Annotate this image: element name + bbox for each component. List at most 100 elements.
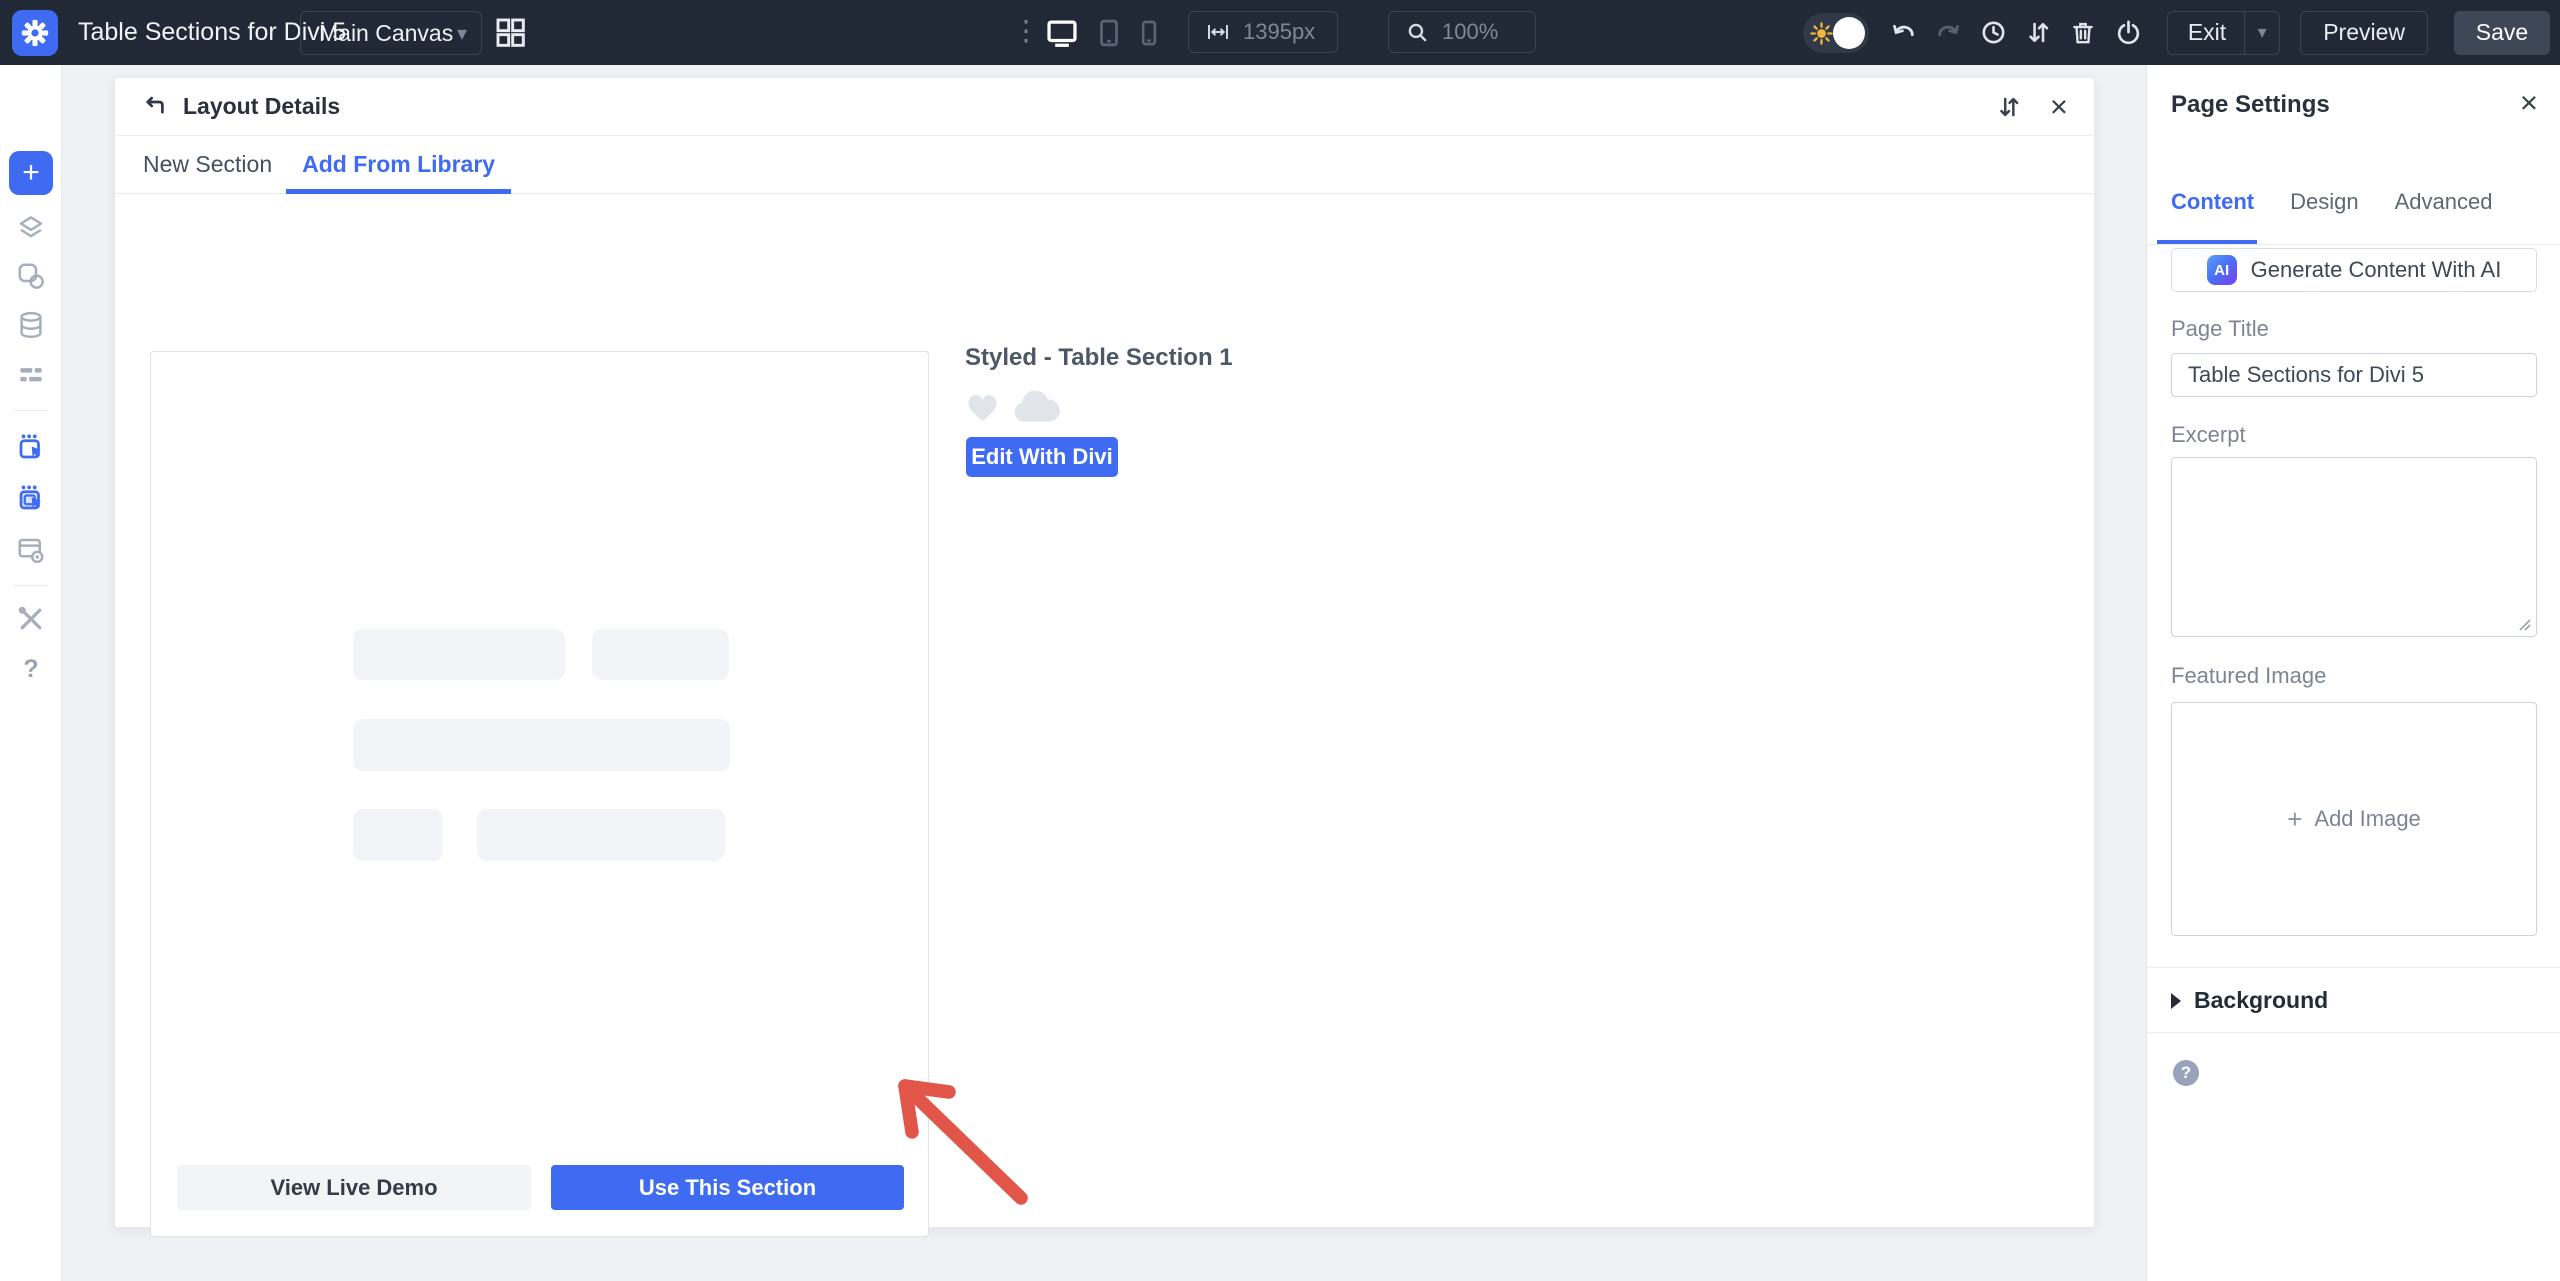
heart-icon[interactable] <box>966 393 999 423</box>
zoom-magnifier-icon <box>1405 20 1430 45</box>
redo-button[interactable] <box>1926 0 1971 65</box>
skeleton-block <box>353 809 443 861</box>
tools-button[interactable] <box>16 604 46 634</box>
sun-icon <box>1810 22 1833 45</box>
skeleton-block <box>353 719 730 771</box>
cloud-icon[interactable] <box>1013 390 1060 423</box>
sort-arrows-icon <box>2025 19 2052 46</box>
top-bar-actions: Exit ▾ Preview Save <box>1803 0 2550 65</box>
layout-name: Styled - Table Section 1 <box>965 344 1233 372</box>
phone-icon <box>1138 19 1160 47</box>
portability-button[interactable] <box>2106 0 2151 65</box>
add-section-button[interactable]: + <box>9 151 53 195</box>
generate-ai-button[interactable]: AI Generate Content With AI <box>2171 248 2537 292</box>
design-presets-button[interactable] <box>16 261 46 291</box>
trash-button[interactable] <box>2061 0 2106 65</box>
toggle-knob <box>1833 17 1865 49</box>
shapes-icon <box>16 261 46 291</box>
save-button[interactable]: Save <box>2454 11 2550 55</box>
device-desktop-button[interactable] <box>1045 0 1079 65</box>
modal-body: View Live Demo Use This Section Styled -… <box>115 194 2094 1227</box>
background-group-toggle[interactable]: Background <box>2171 987 2328 1014</box>
tab-design[interactable]: Design <box>2290 189 2358 215</box>
tab-add-from-library[interactable]: Add From Library <box>296 136 501 193</box>
tab-new-section[interactable]: New Section <box>137 136 278 193</box>
gear-icon <box>21 19 49 47</box>
left-sidebar: + <box>0 65 62 1281</box>
layers-icon <box>16 213 46 243</box>
modal-sort-button[interactable] <box>1996 94 2022 120</box>
history-button[interactable] <box>1971 0 2016 65</box>
top-bar: Table Sections for Divi 5 Main Canvas ▾ … <box>0 0 2560 65</box>
skeleton-block <box>592 629 729 680</box>
window-eye-icon <box>16 535 46 565</box>
modal-close-icon[interactable]: × <box>2050 95 2068 119</box>
skeleton-block <box>353 629 565 680</box>
kebab-menu-icon[interactable]: ⋮ <box>1012 0 1040 65</box>
sort-layers-button[interactable] <box>2016 0 2061 65</box>
panel-divider <box>2147 244 2560 245</box>
ai-badge-icon: AI <box>2207 255 2237 285</box>
page-preview-button[interactable] <box>16 535 46 565</box>
undo-button[interactable] <box>1881 0 1926 65</box>
divi-logo-button[interactable] <box>12 10 58 56</box>
layout-details-modal: Layout Details × New Section Add From Li… <box>114 77 2095 1228</box>
insert-row-button[interactable] <box>16 483 46 513</box>
tools-icon <box>16 604 46 634</box>
zoom-value: 100% <box>1442 19 1498 45</box>
page-settings-panel: Page Settings × Content Design Advanced … <box>2146 65 2560 1281</box>
layers-button[interactable] <box>16 213 46 243</box>
database-icon <box>16 310 46 340</box>
device-phone-button[interactable] <box>1138 0 1160 65</box>
database-button[interactable] <box>16 310 46 340</box>
insert-module-icon <box>16 432 46 462</box>
width-arrows-icon <box>1205 20 1231 44</box>
generate-ai-label: Generate Content With AI <box>2251 257 2502 283</box>
sidebar-help-button[interactable]: ? <box>16 654 46 684</box>
panel-divider <box>2147 967 2560 968</box>
featured-image-label: Featured Image <box>2171 663 2326 689</box>
panel-title: Page Settings <box>2171 91 2330 119</box>
insert-module-button[interactable] <box>16 432 46 462</box>
device-tablet-button[interactable] <box>1096 0 1122 65</box>
theme-toggle[interactable] <box>1803 13 1869 53</box>
background-group-label: Background <box>2194 987 2328 1014</box>
plus-icon: + <box>2287 804 2302 835</box>
excerpt-label: Excerpt <box>2171 422 2246 448</box>
exit-chevron-icon[interactable]: ▾ <box>2245 12 2279 54</box>
modal-title: Layout Details <box>183 93 340 120</box>
layout-meta-icons <box>966 390 1060 423</box>
clock-icon <box>1980 19 2007 46</box>
page-title-input[interactable] <box>2171 353 2537 397</box>
panel-divider <box>2147 1032 2560 1033</box>
use-this-section-button[interactable]: Use This Section <box>551 1165 904 1210</box>
exit-split-button[interactable]: Exit ▾ <box>2167 11 2280 55</box>
canvas-width-input[interactable]: 1395px <box>1188 11 1338 53</box>
insert-row-icon <box>16 483 46 513</box>
back-icon[interactable] <box>141 93 168 120</box>
tab-advanced[interactable]: Advanced <box>2395 189 2493 215</box>
panel-close-icon[interactable]: × <box>2520 85 2538 121</box>
panel-tab-bar: Content Design Advanced <box>2171 189 2492 215</box>
excerpt-textarea[interactable] <box>2171 457 2537 637</box>
view-live-demo-button[interactable]: View Live Demo <box>177 1165 531 1210</box>
wireframe-view-button[interactable] <box>16 360 46 390</box>
chevron-down-icon: ▾ <box>457 21 467 46</box>
sidebar-divider <box>14 585 48 586</box>
tab-content[interactable]: Content <box>2171 189 2254 215</box>
page-title-label: Page Title <box>2171 316 2269 342</box>
undo-icon <box>1890 19 1917 46</box>
rows-icon <box>16 360 46 390</box>
panel-help-button[interactable]: ? <box>2173 1060 2199 1086</box>
grid-view-button[interactable] <box>494 16 526 48</box>
modal-tab-bar: New Section Add From Library <box>115 136 2094 194</box>
edit-with-divi-button[interactable]: Edit With Divi <box>966 437 1118 477</box>
add-image-dropzone[interactable]: + Add Image <box>2171 702 2537 936</box>
add-image-label: Add Image <box>2314 806 2420 832</box>
exit-button-label[interactable]: Exit <box>2168 12 2244 54</box>
canvas-selector-dropdown[interactable]: Main Canvas ▾ <box>300 11 482 55</box>
canvas-zoom-input[interactable]: 100% <box>1388 11 1536 53</box>
desktop-icon <box>1045 18 1079 48</box>
canvas-selector-label: Main Canvas <box>319 20 453 47</box>
preview-button[interactable]: Preview <box>2300 11 2428 55</box>
